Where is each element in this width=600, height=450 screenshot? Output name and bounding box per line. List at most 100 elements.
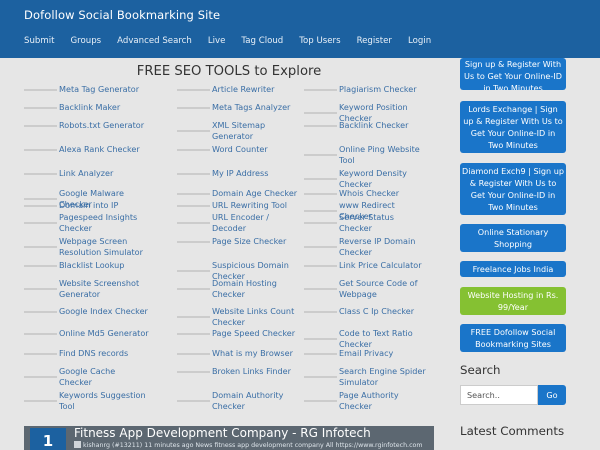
tool-label[interactable]: Link Analyzer [59,168,113,179]
tool-link[interactable]: Whois Checker [304,188,429,199]
tool-label[interactable]: Search Engine Spider Simulator [339,366,429,388]
sidebar-lords-exchange-button[interactable]: Lords Exchange | Sign up & Register With… [460,101,566,153]
nav-live[interactable]: Live [208,36,226,46]
tool-link[interactable]: Domain Authority Checker [177,390,302,412]
tool-link[interactable]: Meta Tags Analyzer [177,102,302,113]
sidebar-bookmarking-button[interactable]: FREE Dofollow Social Bookmarking Sites [460,324,566,352]
tool-label[interactable]: Pagespeed Insights Checker [59,212,149,234]
nav-login[interactable]: Login [408,36,431,46]
tool-label[interactable]: Word Counter [212,144,268,155]
tool-label[interactable]: Webpage Screen Resolution Simulator [59,236,149,258]
tool-label[interactable]: Code to Text Ratio Checker [339,328,429,350]
tool-label[interactable]: Domain Age Checker [212,188,297,199]
nav-top-users[interactable]: Top Users [299,36,340,46]
tool-label[interactable]: Reverse IP Domain Checker [339,236,429,258]
nav-tag-cloud[interactable]: Tag Cloud [241,36,283,46]
article-title[interactable]: Fitness App Development Company - RG Inf… [74,426,371,440]
tool-label[interactable]: Domain Hosting Checker [212,278,302,300]
tool-label[interactable]: Blacklist Lookup [59,260,124,271]
tool-link[interactable]: Meta Tag Generator [24,84,149,95]
tool-label[interactable]: Keywords Suggestion Tool [59,390,149,412]
tool-label[interactable]: Meta Tag Generator [59,84,139,95]
tool-link[interactable]: Reverse IP Domain Checker [304,236,429,258]
tool-link[interactable]: Website Screenshot Generator [24,278,149,300]
tool-label[interactable]: XML Sitemap Generator [212,120,302,142]
tool-link[interactable]: Online Md5 Generator [24,328,149,339]
tool-label[interactable]: Google Index Checker [59,306,148,317]
site-title[interactable]: Dofollow Social Bookmarking Site [24,8,220,22]
tool-label[interactable]: Broken Links Finder [212,366,291,377]
tool-label[interactable]: Page Authority Checker [339,390,429,412]
tool-label[interactable]: Robots.txt Generator [59,120,144,131]
tool-label[interactable]: Email Privacy [339,348,393,359]
tool-link[interactable]: Page Speed Checker [177,328,302,339]
tool-link[interactable]: Email Privacy [304,348,429,359]
tool-label[interactable]: Article Rewriter [212,84,274,95]
tool-label[interactable]: Domain into IP [59,200,118,211]
sidebar-freelance-button[interactable]: Freelance Jobs India [460,261,566,277]
tool-label[interactable]: Google Cache Checker [59,366,149,388]
tool-link[interactable]: Domain Age Checker [177,188,302,199]
tool-link[interactable]: Blacklist Lookup [24,260,149,271]
tool-link[interactable]: Backlink Maker [24,102,149,113]
search-input[interactable]: Search.. [460,385,538,405]
tool-label[interactable]: Link Price Calculator [339,260,422,271]
search-go-button[interactable]: Go [538,385,566,405]
tool-label[interactable]: Find DNS records [59,348,128,359]
tool-link[interactable]: Broken Links Finder [177,366,302,377]
tool-link[interactable]: URL Encoder / Decoder [177,212,302,234]
tool-label[interactable]: Whois Checker [339,188,399,199]
tool-label[interactable]: Website Links Count Checker [212,306,302,328]
tool-link[interactable]: Link Price Calculator [304,260,429,271]
nav-groups[interactable]: Groups [71,36,102,46]
tool-link[interactable]: Google Cache Checker [24,366,149,388]
tool-label[interactable]: Plagiarism Checker [339,84,417,95]
tool-label[interactable]: Server Status Checker [339,212,429,234]
tool-link[interactable]: Online Ping Website Tool [304,144,429,166]
tool-link[interactable]: URL Rewriting Tool [177,200,302,211]
tool-label[interactable]: Class C Ip Checker [339,306,414,317]
tool-link[interactable]: Domain into IP [24,200,149,211]
tool-link[interactable]: What is my Browser [177,348,302,359]
tool-link[interactable]: Word Counter [177,144,302,155]
tool-label[interactable]: Backlink Checker [339,120,408,131]
nav-submit[interactable]: Submit [24,36,55,46]
tool-link[interactable]: Keywords Suggestion Tool [24,390,149,412]
tool-link[interactable]: Robots.txt Generator [24,120,149,131]
tool-link[interactable]: Plagiarism Checker [304,84,429,95]
tool-link[interactable]: XML Sitemap Generator [177,120,302,142]
tool-label[interactable]: Alexa Rank Checker [59,144,140,155]
tool-label[interactable]: Online Md5 Generator [59,328,149,339]
tool-link[interactable]: Code to Text Ratio Checker [304,328,429,350]
tool-link[interactable]: Google Index Checker [24,306,149,317]
tool-link[interactable]: Page Size Checker [177,236,302,247]
tool-link[interactable]: Class C Ip Checker [304,306,429,317]
tool-link[interactable]: My IP Address [177,168,302,179]
tool-link[interactable]: Alexa Rank Checker [24,144,149,155]
tool-link[interactable]: Get Source Code of Webpage [304,278,429,300]
tool-link[interactable]: Page Authority Checker [304,390,429,412]
tool-link[interactable]: Backlink Checker [304,120,429,131]
nav-register[interactable]: Register [357,36,392,46]
sidebar-stationary-button[interactable]: Online Stationary Shopping [460,224,566,252]
tool-label[interactable]: URL Encoder / Decoder [212,212,302,234]
tool-label[interactable]: What is my Browser [212,348,293,359]
tool-label[interactable]: Page Size Checker [212,236,286,247]
tool-label[interactable]: Domain Authority Checker [212,390,302,412]
tool-link[interactable]: Domain Hosting Checker [177,278,302,300]
tool-link[interactable]: Website Links Count Checker [177,306,302,328]
tool-link[interactable]: Pagespeed Insights Checker [24,212,149,234]
tool-label[interactable]: URL Rewriting Tool [212,200,287,211]
tool-label[interactable]: Keyword Density Checker [339,168,429,190]
sidebar-hosting-button[interactable]: Website Hosting in Rs. 99/Year [460,287,566,315]
sidebar-signup-button[interactable]: Sign up & Register With Us to Get Your O… [460,58,566,90]
tool-label[interactable]: Page Speed Checker [212,328,295,339]
tool-label[interactable]: My IP Address [212,168,268,179]
tool-label[interactable]: Website Screenshot Generator [59,278,149,300]
tool-link[interactable]: Keyword Density Checker [304,168,429,190]
tool-label[interactable]: Online Ping Website Tool [339,144,429,166]
tool-link[interactable]: Article Rewriter [177,84,302,95]
nav-advanced-search[interactable]: Advanced Search [117,36,192,46]
tool-label[interactable]: Backlink Maker [59,102,120,113]
tool-link[interactable]: Find DNS records [24,348,149,359]
